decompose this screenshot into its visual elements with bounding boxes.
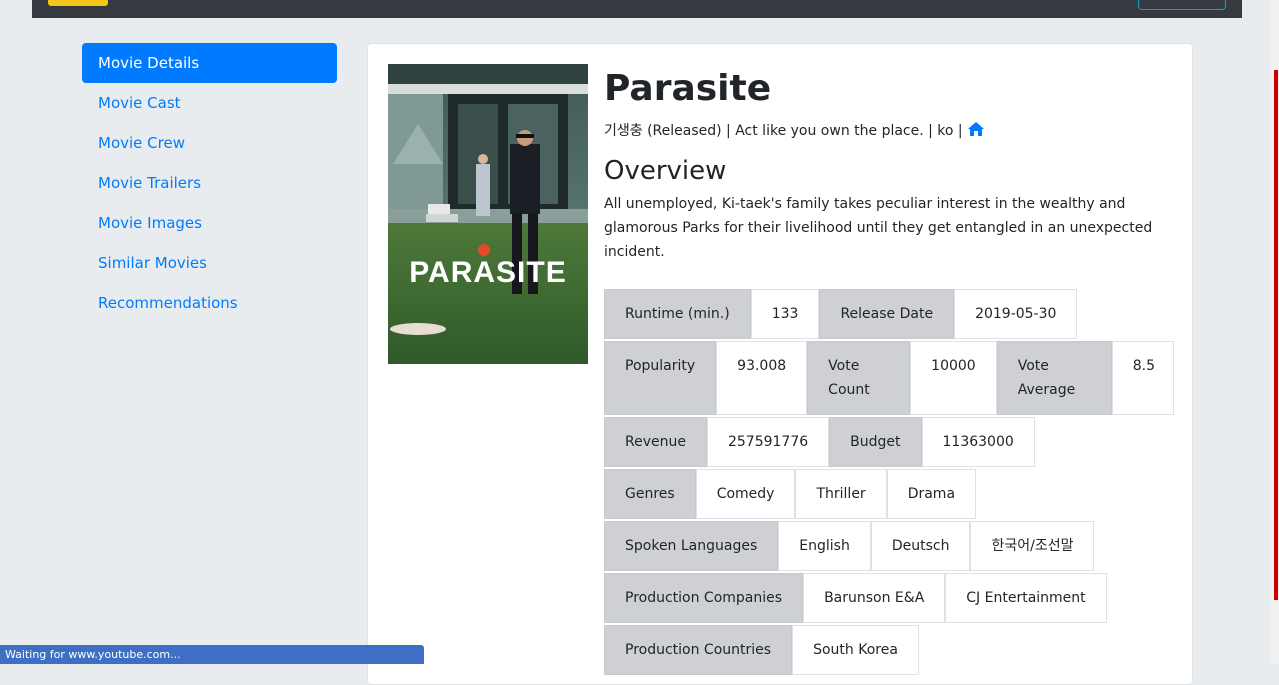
- vote-average-label: Vote Average: [996, 341, 1112, 415]
- movie-info: Parasite 기생충 (Released) | Act like you o…: [604, 64, 1174, 264]
- sidebar-item-movie-crew[interactable]: Movie Crew: [82, 123, 337, 163]
- runtime-value: 133: [750, 289, 820, 339]
- budget-label: Budget: [829, 417, 922, 467]
- language-item: English: [778, 521, 871, 571]
- movie-title: Parasite: [604, 68, 772, 109]
- vote-count-value: 10000: [910, 341, 997, 415]
- facts-row: Production Companies Barunson E&A CJ Ent…: [604, 573, 1174, 623]
- brand-logo[interactable]: [48, 0, 108, 6]
- facts-row: Production Countries South Korea: [604, 625, 1174, 675]
- page-scrollbar[interactable]: [1270, 0, 1279, 664]
- popularity-label: Popularity: [604, 341, 717, 415]
- facts-row: Genres Comedy Thriller Drama: [604, 469, 1174, 519]
- scrollbar-thumb[interactable]: [1274, 70, 1278, 600]
- release-date-value: 2019-05-30: [954, 289, 1078, 339]
- genre-item: Drama: [886, 469, 977, 519]
- company-item: CJ Entertainment: [945, 573, 1107, 623]
- sidebar-item-similar-movies[interactable]: Similar Movies: [82, 243, 337, 283]
- language-item: 한국어/조선말: [970, 521, 1095, 571]
- production-countries-label: Production Countries: [604, 625, 793, 675]
- movie-tagline: 기생충 (Released) | Act like you own the pl…: [604, 123, 963, 139]
- movie-poster: PARASITE: [388, 64, 588, 364]
- overview-text: All unemployed, Ki-taek's family takes p…: [604, 196, 1153, 260]
- revenue-label: Revenue: [604, 417, 707, 467]
- home-icon[interactable]: [967, 121, 985, 144]
- language-item: Deutsch: [870, 521, 971, 571]
- sidebar-item-movie-details[interactable]: Movie Details: [82, 43, 337, 83]
- country-item: South Korea: [792, 625, 919, 675]
- production-companies-label: Production Companies: [604, 573, 804, 623]
- revenue-value: 257591776: [706, 417, 830, 467]
- sidebar-item-recommendations[interactable]: Recommendations: [82, 283, 337, 323]
- top-navbar: [32, 0, 1242, 18]
- vote-count-label: Vote Count: [807, 341, 911, 415]
- facts-row: Popularity 93.008 Vote Count 10000 Vote …: [604, 341, 1174, 415]
- facts-row: Revenue 257591776 Budget 11363000: [604, 417, 1174, 467]
- genre-item: Comedy: [695, 469, 796, 519]
- navbar-outline-button[interactable]: [1138, 0, 1226, 10]
- movie-details-card: PARASITE Parasite 기생충 (Released) | Act l…: [367, 43, 1193, 685]
- facts-row: Runtime (min.) 133 Release Date 2019-05-…: [604, 289, 1174, 339]
- genres-label: Genres: [604, 469, 696, 519]
- browser-status-bar: Waiting for www.youtube.com...: [0, 645, 424, 664]
- sidebar-item-movie-images[interactable]: Movie Images: [82, 203, 337, 243]
- sidebar-item-movie-trailers[interactable]: Movie Trailers: [82, 163, 337, 203]
- sidebar-item-movie-cast[interactable]: Movie Cast: [82, 83, 337, 123]
- runtime-label: Runtime (min.): [604, 289, 751, 339]
- company-item: Barunson E&A: [803, 573, 946, 623]
- movie-subline: 기생충 (Released) | Act like you own the pl…: [604, 120, 1174, 142]
- movie-facts-table: Runtime (min.) 133 Release Date 2019-05-…: [604, 289, 1174, 675]
- spoken-languages-label: Spoken Languages: [604, 521, 779, 571]
- sidebar-nav: Movie Details Movie Cast Movie Crew Movi…: [82, 43, 337, 323]
- genre-item: Thriller: [795, 469, 887, 519]
- facts-row: Spoken Languages English Deutsch 한국어/조선말: [604, 521, 1174, 571]
- popularity-value: 93.008: [716, 341, 808, 415]
- overview-heading: Overview: [604, 156, 727, 186]
- poster-title-text: PARASITE: [409, 256, 566, 289]
- release-date-label: Release Date: [819, 289, 955, 339]
- vote-average-value: 8.5: [1111, 341, 1174, 415]
- budget-value: 11363000: [921, 417, 1035, 467]
